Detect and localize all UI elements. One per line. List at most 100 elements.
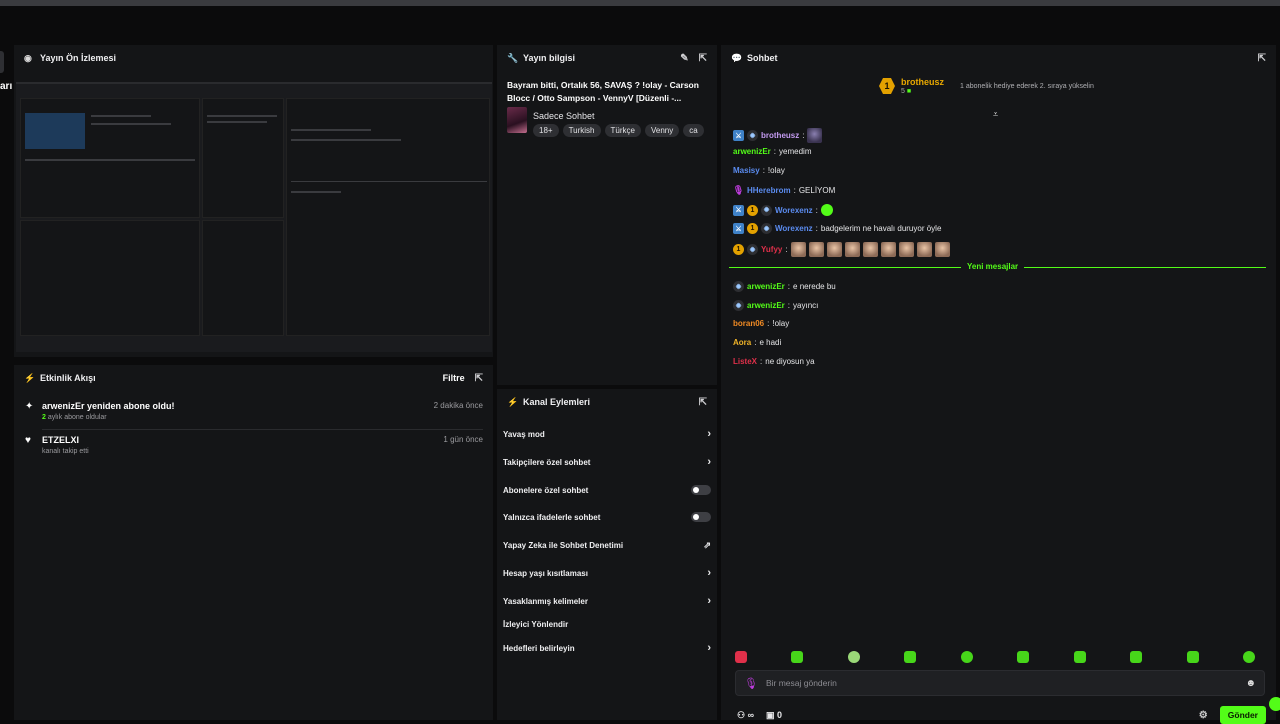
action-subscribers-only[interactable]: Abonelere özel sohbet bbox=[503, 483, 711, 497]
pinned-message: 1 abonelik hediye ederek 2. sıraya yükse… bbox=[960, 82, 1094, 90]
chat-message[interactable]: ⚔ 1 ✹ Worexenz: bbox=[733, 204, 833, 216]
pinned-name: brotheusz bbox=[901, 77, 945, 87]
channel-actions-header: ⚡ Kanal Eylemleri ⇱ bbox=[497, 389, 717, 415]
chat-username[interactable]: boran06 bbox=[733, 319, 764, 328]
chat-message[interactable]: Aora: e hadi bbox=[733, 338, 781, 347]
emote-button[interactable] bbox=[735, 651, 747, 663]
emote-button[interactable] bbox=[960, 651, 973, 663]
subscriber-badge-icon: 1 bbox=[747, 223, 758, 234]
emote-button[interactable] bbox=[1073, 651, 1086, 663]
action-followers-only[interactable]: Takipçilere özel sohbet › bbox=[503, 455, 711, 469]
chat-message[interactable]: boran06: !olay bbox=[733, 319, 789, 328]
chat-username[interactable]: Masisy bbox=[733, 166, 760, 175]
camera-icon: ◉ bbox=[24, 52, 32, 63]
chat-message[interactable]: 1 ✹ Yufyy: bbox=[733, 242, 950, 257]
emote-image bbox=[807, 128, 823, 143]
action-banned-words[interactable]: Yasaklanmış kelimeler › bbox=[503, 594, 711, 608]
chat-input[interactable]: 🎙 Bir mesaj gönderin ☻ bbox=[735, 670, 1265, 696]
chat-colon: : bbox=[760, 357, 763, 366]
popout-icon[interactable]: ⇱ bbox=[699, 397, 707, 408]
bolt-icon: ⚡ bbox=[24, 372, 36, 383]
chat-username[interactable]: Worexenz bbox=[775, 206, 813, 215]
preview-mini-line bbox=[91, 123, 171, 125]
chat-colon: : bbox=[793, 186, 796, 195]
chat-username[interactable]: Worexenz bbox=[775, 224, 813, 233]
left-cut-label: arı bbox=[0, 81, 13, 92]
floating-action-button[interactable] bbox=[1269, 697, 1280, 711]
chat-message[interactable]: arwenizEr: yemedim bbox=[733, 147, 811, 156]
chat-message[interactable]: Masisy: !olay bbox=[733, 166, 785, 175]
chat-username[interactable]: arwenizEr bbox=[747, 301, 785, 310]
chat-colon: : bbox=[802, 131, 805, 140]
emote-button[interactable] bbox=[1186, 651, 1199, 663]
filter-button[interactable]: Filtre bbox=[443, 373, 465, 383]
activity-item-sub: kanalı takip etti bbox=[42, 448, 89, 455]
og-badge-icon: ✹ bbox=[747, 244, 758, 255]
activity-divider bbox=[42, 429, 483, 430]
stream-preview[interactable] bbox=[16, 82, 492, 352]
activity-item[interactable]: ✦ arwenizEr yeniden abone oldu! 2 aylık … bbox=[25, 401, 483, 421]
action-ai-moderation[interactable]: Yapay Zeka ile Sohbet Denetimi ⇗ bbox=[503, 538, 711, 552]
preview-mini-line bbox=[291, 129, 371, 131]
emoji-picker-icon[interactable]: ☻ bbox=[1245, 678, 1256, 689]
popout-icon[interactable]: ⇱ bbox=[1258, 53, 1266, 64]
emote-image bbox=[844, 242, 860, 257]
emote-button[interactable] bbox=[1242, 651, 1255, 663]
chat-username[interactable]: Aora bbox=[733, 338, 751, 347]
chat-message[interactable]: ⚔ 1 ✹ Worexenz: badgelerim ne havalı duruyor… bbox=[733, 223, 941, 234]
chat-message[interactable]: 🎙 HHerebrom: GELİYOM bbox=[733, 185, 835, 196]
preview-mini-line bbox=[207, 121, 267, 123]
chat-username[interactable]: HHerebrom bbox=[747, 186, 791, 195]
subscribers-only-toggle[interactable] bbox=[691, 485, 711, 495]
left-edge-tab[interactable] bbox=[0, 51, 4, 73]
action-goals[interactable]: Hedefleri belirleyin › bbox=[503, 641, 711, 655]
emotes-only-toggle[interactable] bbox=[691, 512, 711, 522]
send-button[interactable]: Gönder bbox=[1219, 706, 1266, 724]
emote-button[interactable] bbox=[1130, 651, 1143, 663]
emote-button[interactable] bbox=[904, 651, 917, 663]
gear-icon[interactable]: ⚙ bbox=[1199, 710, 1208, 721]
action-slow-mode[interactable]: Yavaş mod › bbox=[503, 427, 711, 441]
emote-image bbox=[880, 242, 896, 257]
emote-button[interactable] bbox=[1017, 651, 1030, 663]
external-link-icon: ⇗ bbox=[703, 539, 711, 550]
rank-badge: 1 bbox=[879, 78, 895, 94]
stream-info-header: 🔧 Yayın bilgisi ✎ ⇱ bbox=[497, 45, 717, 71]
action-host[interactable]: İzleyici Yönlendir bbox=[503, 617, 711, 631]
activity-item[interactable]: ♥ ETZELXI kanalı takip etti 1 gün önce bbox=[25, 435, 483, 455]
store-stat[interactable]: ▣ 0 bbox=[766, 710, 782, 721]
window-top-bar bbox=[0, 0, 1280, 6]
action-emotes-only[interactable]: Yalnızca ifadelerle sohbet bbox=[503, 510, 711, 524]
chat-username[interactable]: Yufyy bbox=[761, 245, 782, 254]
preview-mini-line bbox=[291, 191, 341, 193]
chat-username[interactable]: ListeX bbox=[733, 357, 757, 366]
action-account-age[interactable]: Hesap yaşı kısıtlaması › bbox=[503, 566, 711, 580]
collapse-icon[interactable]: ⩡ bbox=[993, 109, 998, 120]
activity-panel: ⚡ Etkinlik Akışı Filtre ⇱ ✦ arwenizEr ye… bbox=[14, 365, 493, 720]
preview-mini-line bbox=[207, 115, 277, 117]
chat-username[interactable]: brotheusz bbox=[761, 131, 799, 140]
popout-icon[interactable]: ⇱ bbox=[699, 53, 707, 64]
pinned-leaderboard[interactable]: 1 brotheusz 5 ■ 1 abonelik hediye ederek… bbox=[879, 77, 1094, 95]
moderator-badge-icon: ⚔ bbox=[733, 204, 744, 216]
chat-username[interactable]: arwenizEr bbox=[747, 282, 785, 291]
activity-title: Etkinlik Akışı bbox=[40, 373, 96, 383]
chat-message[interactable]: ⚔ ✹ brotheusz: bbox=[733, 128, 823, 143]
preview-mini-separator bbox=[291, 181, 487, 182]
emote-button[interactable] bbox=[847, 651, 860, 663]
chat-username[interactable]: arwenizEr bbox=[733, 147, 771, 156]
preview-mini-panel bbox=[202, 220, 284, 336]
chat-panel: 💬 Sohbet ⇱ 1 brotheusz 5 ■ 1 abonelik he… bbox=[721, 45, 1276, 724]
popout-icon[interactable]: ⇱ bbox=[475, 373, 483, 384]
chat-message[interactable]: ✹ arwenizEr: yayıncı bbox=[733, 300, 818, 311]
activity-item-time: 2 dakika önce bbox=[433, 401, 483, 410]
store-icon: ▣ bbox=[766, 709, 775, 720]
subscriber-badge-icon: 1 bbox=[733, 244, 744, 255]
chat-message[interactable]: ✹ arwenizEr: e nerede bu bbox=[733, 281, 836, 292]
chat-text: ne diyosun ya bbox=[765, 357, 815, 366]
emote-image bbox=[808, 242, 824, 257]
preview-title: Yayın Ön İzlemesi bbox=[40, 53, 117, 63]
emote-button[interactable] bbox=[791, 651, 804, 663]
edit-icon[interactable]: ✎ bbox=[680, 53, 688, 64]
chat-message[interactable]: ListeX: ne diyosun ya bbox=[733, 357, 815, 366]
